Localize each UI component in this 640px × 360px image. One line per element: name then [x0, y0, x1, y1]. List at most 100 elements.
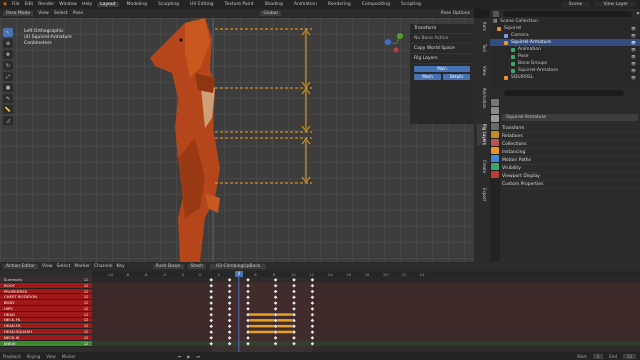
- outliner-row[interactable]: Animation 👁: [490, 46, 640, 53]
- end-frame-field[interactable]: 12: [622, 353, 636, 359]
- scene-tab-icon[interactable]: [491, 131, 499, 138]
- viewport-menu-view[interactable]: View: [38, 11, 49, 16]
- panel-collections[interactable]: Collections: [502, 141, 638, 149]
- scene-selector[interactable]: Scene: [560, 2, 591, 7]
- tab-animation[interactable]: Animation: [477, 88, 487, 108]
- outliner-row[interactable]: Squirrel-Armature 👁: [490, 39, 640, 46]
- object-name-field[interactable]: Squirrel-Armature: [502, 114, 638, 121]
- viewport-menu-select[interactable]: Select: [54, 11, 68, 16]
- viewport-menu-pose[interactable]: Pose: [73, 11, 83, 16]
- outliner-row[interactable]: Bone Groups 👁: [490, 60, 640, 67]
- properties-search-input[interactable]: [504, 90, 624, 96]
- visibility-eye-icon[interactable]: 👁: [631, 33, 636, 38]
- current-frame-indicator[interactable]: 4: [234, 271, 243, 277]
- dopesheet-area[interactable]: [92, 271, 640, 352]
- play-icon[interactable]: ▶: [187, 354, 190, 359]
- push-down-button[interactable]: Push Down: [152, 264, 184, 269]
- ae-menu-channel[interactable]: Channel: [94, 264, 112, 269]
- constraint-tab-icon[interactable]: [491, 171, 499, 178]
- channel-mute-checkbox-icon[interactable]: ☑: [84, 300, 88, 305]
- outliner-row[interactable]: Pose 👁: [490, 53, 640, 60]
- transform-tool-icon[interactable]: ▣: [3, 83, 13, 92]
- menu-file[interactable]: File: [12, 2, 20, 7]
- channel-mute-checkbox-icon[interactable]: ☑: [84, 341, 88, 346]
- channel-mute-checkbox-icon[interactable]: ☑: [84, 335, 88, 340]
- channel-mute-checkbox-icon[interactable]: ☑: [84, 306, 88, 311]
- blender-logo-icon[interactable]: ◉: [3, 2, 7, 7]
- data-tab-icon[interactable]: [491, 163, 499, 170]
- relax-tool-icon[interactable]: ◿: [3, 116, 13, 125]
- jump-start-icon[interactable]: ⏮: [178, 354, 182, 359]
- navigation-gizmo-icon[interactable]: [385, 33, 403, 53]
- object-tab-icon[interactable]: [491, 147, 499, 154]
- ae-menu-key[interactable]: Key: [116, 264, 124, 269]
- workspace-tab-layout[interactable]: Layout: [97, 2, 119, 7]
- select-tool-icon[interactable]: ↖: [3, 28, 13, 37]
- menu-render[interactable]: Render: [38, 2, 54, 7]
- outliner-editor-icon[interactable]: [493, 10, 499, 17]
- squirrel-model[interactable]: [150, 18, 220, 262]
- channel-row[interactable]: JAW.IK ☑: [0, 341, 92, 347]
- channel-mute-checkbox-icon[interactable]: ☑: [84, 277, 88, 282]
- workspace-tab-shading[interactable]: Shading: [262, 2, 286, 7]
- tab-rig-layers[interactable]: Rig Layers: [477, 124, 487, 145]
- panel-transform[interactable]: Transform: [502, 125, 638, 133]
- panel-relations[interactable]: Relations: [502, 133, 638, 141]
- channel-mute-checkbox-icon[interactable]: ☑: [84, 312, 88, 317]
- modifier-tab-icon[interactable]: [491, 155, 499, 162]
- editor-type-selector[interactable]: Action Editor: [3, 264, 38, 269]
- visibility-eye-icon[interactable]: 👁: [631, 40, 636, 45]
- visibility-eye-icon[interactable]: 👁: [631, 68, 636, 73]
- orientation-selector[interactable]: Global: [260, 11, 281, 16]
- outliner-row[interactable]: SQUIRREL 👁: [490, 74, 640, 81]
- scene-collection-row[interactable]: ▤ Scene Collection: [490, 18, 640, 25]
- workspace-tab-rendering[interactable]: Rendering: [325, 2, 354, 7]
- stash-button[interactable]: Stash: [187, 264, 207, 269]
- workspace-tab-compositing[interactable]: Compositing: [359, 2, 393, 7]
- move-tool-icon[interactable]: ✥: [3, 50, 13, 59]
- outliner-row[interactable]: Squirrel 👁: [490, 25, 640, 32]
- jump-end-icon[interactable]: ⏭: [196, 354, 200, 359]
- pb-view-menu[interactable]: View: [46, 354, 56, 359]
- output-tab-icon[interactable]: [491, 115, 499, 122]
- visibility-eye-icon[interactable]: 👁: [631, 47, 636, 52]
- ae-menu-view[interactable]: View: [42, 264, 53, 269]
- 3d-viewport[interactable]: ↖ ⊕ ✥ ↻ ⤢ ▣ ✎ 📏 ◿ Left Orthographic (4) …: [0, 18, 474, 262]
- keyframe-canvas[interactable]: [92, 271, 640, 352]
- workspace-tab-sculpting[interactable]: Sculpting: [155, 2, 182, 7]
- menu-help[interactable]: Help: [82, 2, 92, 7]
- rig-layer-details-button[interactable]: Details: [443, 74, 470, 80]
- panel-viewport-display[interactable]: Viewport Display: [502, 173, 638, 181]
- render-tab-icon[interactable]: [491, 107, 499, 114]
- rig-layers-header[interactable]: Rig Layers: [410, 54, 474, 64]
- tab-item[interactable]: Item: [477, 22, 487, 31]
- workspace-tab-uv[interactable]: UV Editing: [187, 2, 216, 7]
- menu-window[interactable]: Window: [59, 2, 77, 7]
- panel-visibility[interactable]: Visibility: [502, 165, 638, 173]
- workspace-tab-modeling[interactable]: Modeling: [124, 2, 150, 7]
- measure-tool-icon[interactable]: 📏: [3, 105, 13, 114]
- copy-world-space-header[interactable]: Copy World Space: [410, 44, 474, 54]
- world-tab-icon[interactable]: [491, 139, 499, 146]
- panel-custom-properties[interactable]: Custom Properties: [502, 181, 638, 189]
- channel-mute-checkbox-icon[interactable]: ☑: [84, 294, 88, 299]
- view-layer-tab-icon[interactable]: [491, 123, 499, 130]
- menu-edit[interactable]: Edit: [24, 2, 33, 7]
- scale-tool-icon[interactable]: ⤢: [3, 72, 13, 81]
- pb-marker-menu[interactable]: Marker: [62, 354, 76, 359]
- workspace-tab-texture[interactable]: Texture Paint: [222, 2, 257, 7]
- tab-export[interactable]: Export: [477, 188, 487, 201]
- panel-motion-paths[interactable]: Motion Paths: [502, 157, 638, 165]
- outliner-row[interactable]: Camera 👁: [490, 32, 640, 39]
- playback-menu[interactable]: Playback: [3, 354, 21, 359]
- tab-view[interactable]: View: [477, 66, 487, 76]
- visibility-eye-icon[interactable]: 👁: [631, 75, 636, 80]
- pose-options[interactable]: Pose Options: [441, 11, 470, 16]
- rotate-tool-icon[interactable]: ↻: [3, 61, 13, 70]
- channel-mute-checkbox-icon[interactable]: ☑: [84, 317, 88, 322]
- tab-tool[interactable]: Tool: [477, 44, 487, 52]
- visibility-eye-icon[interactable]: 👁: [631, 61, 636, 66]
- keying-menu[interactable]: Keying: [27, 354, 40, 359]
- workspace-tab-animation[interactable]: Animation: [291, 2, 320, 7]
- rig-layer-main-button[interactable]: Main: [414, 66, 470, 72]
